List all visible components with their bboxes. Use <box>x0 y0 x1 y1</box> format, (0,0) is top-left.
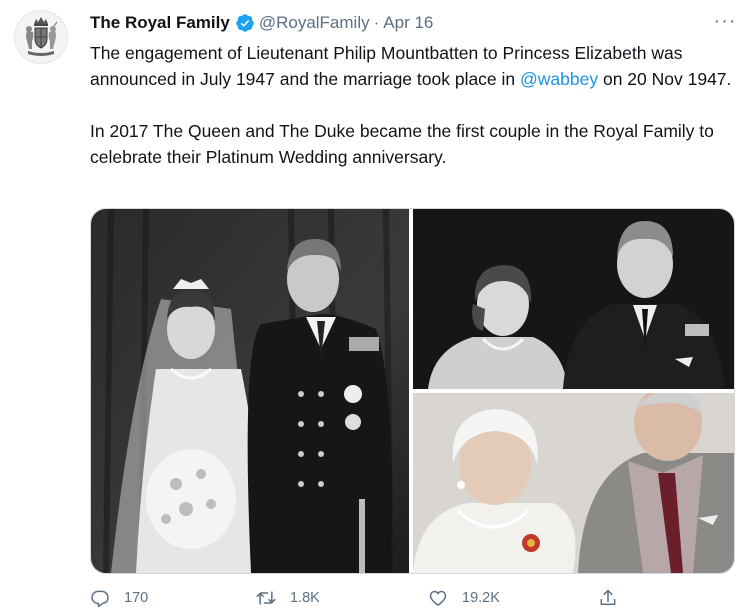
like-button[interactable]: 19.2K <box>428 588 500 608</box>
avatar[interactable] <box>14 10 68 64</box>
reply-button[interactable]: 170 <box>90 588 148 608</box>
retweet-count: 1.8K <box>290 590 320 606</box>
tweet-header: The Royal Family @RoyalFamily · Apr 16 <box>90 12 433 34</box>
tweet-date[interactable]: Apr 16 <box>383 13 433 33</box>
retweet-button[interactable]: 1.8K <box>256 588 320 608</box>
tweet-paragraph-1: The engagement of Lieutenant Philip Moun… <box>90 40 740 92</box>
engagement-photo-image[interactable] <box>413 209 734 389</box>
share-button[interactable] <box>598 588 632 608</box>
heart-icon <box>429 590 447 606</box>
royal-coat-of-arms-icon <box>26 17 58 56</box>
separator-dot: · <box>373 13 380 32</box>
reply-count: 170 <box>124 590 149 606</box>
tweet-actions: 170 1.8K 19.2K <box>90 588 730 612</box>
tweet-text-part: on 20 Nov 1947. <box>598 69 732 89</box>
media-grid <box>90 208 735 574</box>
author-handle[interactable]: @RoyalFamily <box>259 13 370 33</box>
share-icon <box>600 589 616 605</box>
tweet-paragraph-2: In 2017 The Queen and The Duke became th… <box>90 121 714 167</box>
author-name[interactable]: The Royal Family <box>90 13 230 33</box>
retweet-icon <box>256 591 276 605</box>
more-options-icon[interactable]: ··· <box>712 10 738 32</box>
mention-link[interactable]: @wabbey <box>520 69 598 89</box>
platinum-anniversary-photo-image[interactable] <box>413 393 734 573</box>
wedding-photo-image[interactable] <box>91 209 409 573</box>
like-count: 19.2K <box>462 590 500 606</box>
verified-badge-icon <box>235 13 255 33</box>
tweet: The Royal Family @RoyalFamily · Apr 16 ·… <box>0 0 750 615</box>
reply-icon <box>91 590 109 608</box>
tweet-text: The engagement of Lieutenant Philip Moun… <box>90 40 740 170</box>
